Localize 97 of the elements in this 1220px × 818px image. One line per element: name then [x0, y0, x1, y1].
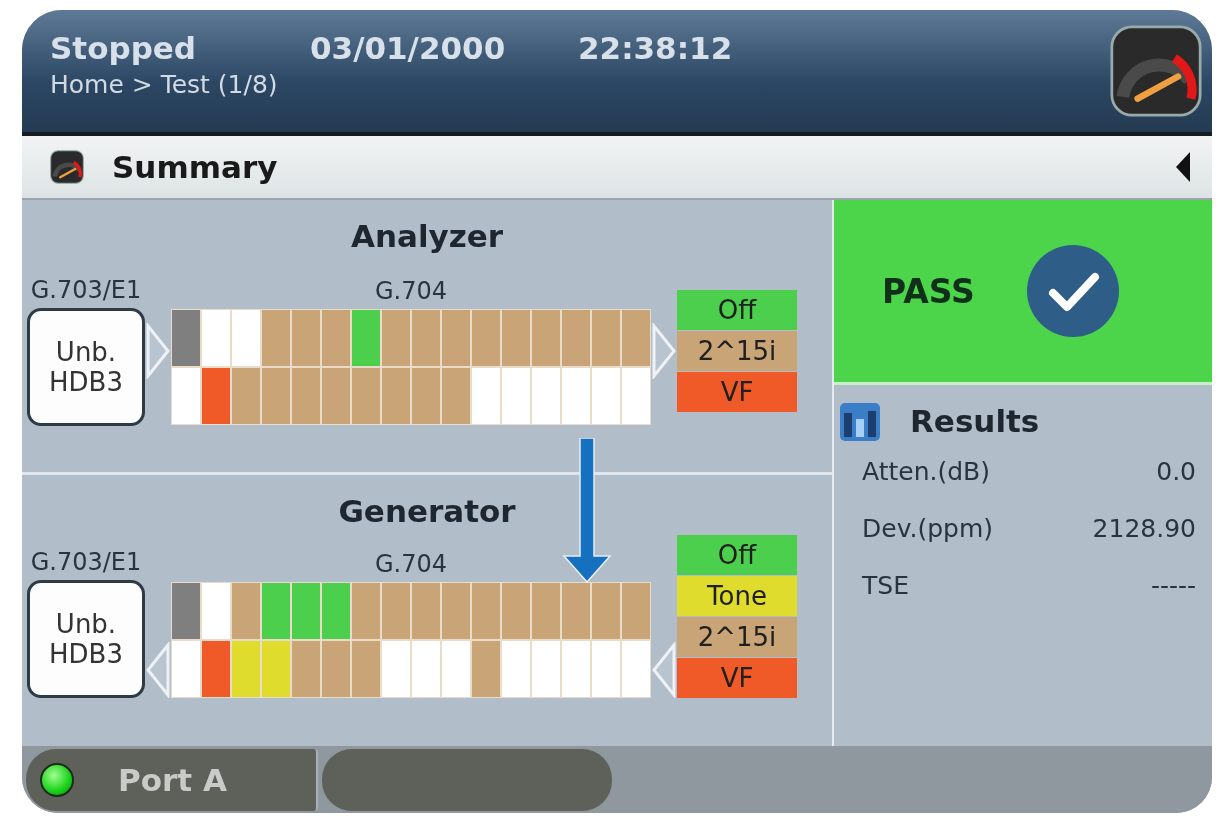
timeslot-cell[interactable] [592, 640, 620, 697]
interface-box[interactable]: Unb. HDB3 [27, 579, 145, 698]
timeslot-cell[interactable] [322, 582, 350, 639]
interface-label: G.703/E1 [30, 547, 142, 576]
result-value: ----- [1150, 571, 1196, 600]
legend-item: 2^15i [677, 331, 797, 371]
timeslot-cell[interactable] [502, 310, 530, 366]
collapse-arrow-icon[interactable] [1176, 152, 1190, 182]
time-text: 22:38:12 [578, 29, 733, 66]
legend-item: VF [677, 372, 797, 412]
timeslot-cell[interactable] [412, 310, 440, 366]
timeslot-cell[interactable] [592, 310, 620, 366]
timeslot-cell[interactable] [472, 368, 500, 424]
date-text: 03/01/2000 [310, 29, 507, 66]
timeslot-cell[interactable] [292, 310, 320, 366]
timeslot-cell[interactable] [202, 368, 230, 424]
timeslot-cell[interactable] [472, 582, 500, 639]
result-label: Dev.(ppm) [862, 514, 994, 543]
timeslot-cell[interactable] [502, 582, 530, 639]
panel-title: Analyzer [350, 218, 504, 254]
timeslot-cell[interactable] [172, 310, 200, 366]
timeslot-cell[interactable] [442, 310, 470, 366]
timeslot-cell[interactable] [502, 640, 530, 697]
timeslot-cell[interactable] [442, 640, 470, 697]
timeslot-cell[interactable] [382, 640, 410, 697]
timeslot-cell[interactable] [352, 368, 380, 424]
timeslot-cell[interactable] [322, 640, 350, 697]
timeslot-cell[interactable] [592, 582, 620, 639]
timeslot-cell[interactable] [202, 310, 230, 366]
framing-label: G.704 [374, 277, 447, 305]
section-title: Summary [112, 149, 279, 185]
timeslot-cell[interactable] [232, 310, 260, 366]
legend-item: 2^15i [677, 616, 797, 657]
check-icon [1024, 243, 1121, 339]
legend-item: Off [677, 290, 797, 330]
framing-label: G.704 [374, 549, 447, 578]
timeslot-cell[interactable] [532, 310, 560, 366]
timeslot-cell[interactable] [382, 582, 410, 639]
timeslot-cell[interactable] [262, 310, 290, 366]
interface-label: G.703/E1 [30, 276, 142, 304]
legend-item: VF [677, 657, 797, 698]
timeslot-cell[interactable] [202, 640, 230, 697]
timeslot-cell[interactable] [292, 582, 320, 639]
timeslot-cell[interactable] [532, 368, 560, 424]
timeslot-cell[interactable] [352, 310, 380, 366]
timeslot-cell[interactable] [562, 368, 590, 424]
result-label: Atten.(dB) [862, 457, 990, 486]
timeslot-cell[interactable] [502, 368, 530, 424]
result-value: 0.0 [1156, 457, 1196, 486]
timeslot-cell[interactable] [232, 368, 260, 424]
timeslot-cell[interactable] [442, 368, 470, 424]
panel-title: Generator [338, 492, 516, 529]
timeslot-cell[interactable] [262, 640, 290, 697]
timeslot-cell[interactable] [382, 368, 410, 424]
timeslot-cell[interactable] [202, 582, 230, 639]
timeslot-cell[interactable] [442, 582, 470, 639]
timeslot-cell[interactable] [262, 582, 290, 639]
timeslot-cell[interactable] [412, 640, 440, 697]
timeslot-cell[interactable] [322, 310, 350, 366]
timeslot-cell[interactable] [232, 640, 260, 697]
timeslot-cell[interactable] [382, 310, 410, 366]
timeslot-cell[interactable] [262, 368, 290, 424]
timeslot-cell[interactable] [622, 640, 650, 697]
timeslot-cell[interactable] [232, 582, 260, 639]
timeslot-cell[interactable] [322, 368, 350, 424]
legend-item: Off [677, 534, 797, 575]
port-tab[interactable]: Port A [26, 748, 318, 811]
timeslot-cell[interactable] [352, 640, 380, 697]
verdict-text: PASS [882, 271, 975, 311]
timeslot-cell[interactable] [622, 368, 650, 424]
timeslot-cell[interactable] [472, 640, 500, 697]
legend-item: Tone [677, 575, 797, 616]
gauge-icon [50, 150, 84, 184]
timeslot-cell[interactable] [622, 310, 650, 366]
timeslot-cell[interactable] [622, 582, 650, 639]
timeslot-cell[interactable] [172, 368, 200, 424]
timeslot-cell[interactable] [172, 582, 200, 639]
timeslot-cell[interactable] [562, 310, 590, 366]
results-title: Results [910, 403, 1040, 439]
timeslot-cell[interactable] [292, 368, 320, 424]
breadcrumb[interactable]: Home > Test (1/8) [50, 69, 1110, 99]
timeslot-cell[interactable] [412, 368, 440, 424]
timeslot-cell[interactable] [562, 640, 590, 697]
timeslot-cell[interactable] [172, 640, 200, 697]
timeslot-cell[interactable] [352, 582, 380, 639]
timeslot-cell[interactable] [592, 368, 620, 424]
timeslot-cell[interactable] [412, 582, 440, 639]
result-value: 2128.90 [1092, 514, 1196, 543]
status-text: Stopped [50, 29, 198, 66]
timeslot-cell[interactable] [292, 640, 320, 697]
result-label: TSE [862, 571, 909, 600]
timeslot-cell[interactable] [472, 310, 500, 366]
interface-box[interactable]: Unb. HDB3 [27, 308, 145, 426]
timeslot-cell[interactable] [532, 582, 560, 639]
gauge-icon [1110, 25, 1202, 117]
timeslot-cell[interactable] [562, 582, 590, 639]
timeslot-cell[interactable] [532, 640, 560, 697]
